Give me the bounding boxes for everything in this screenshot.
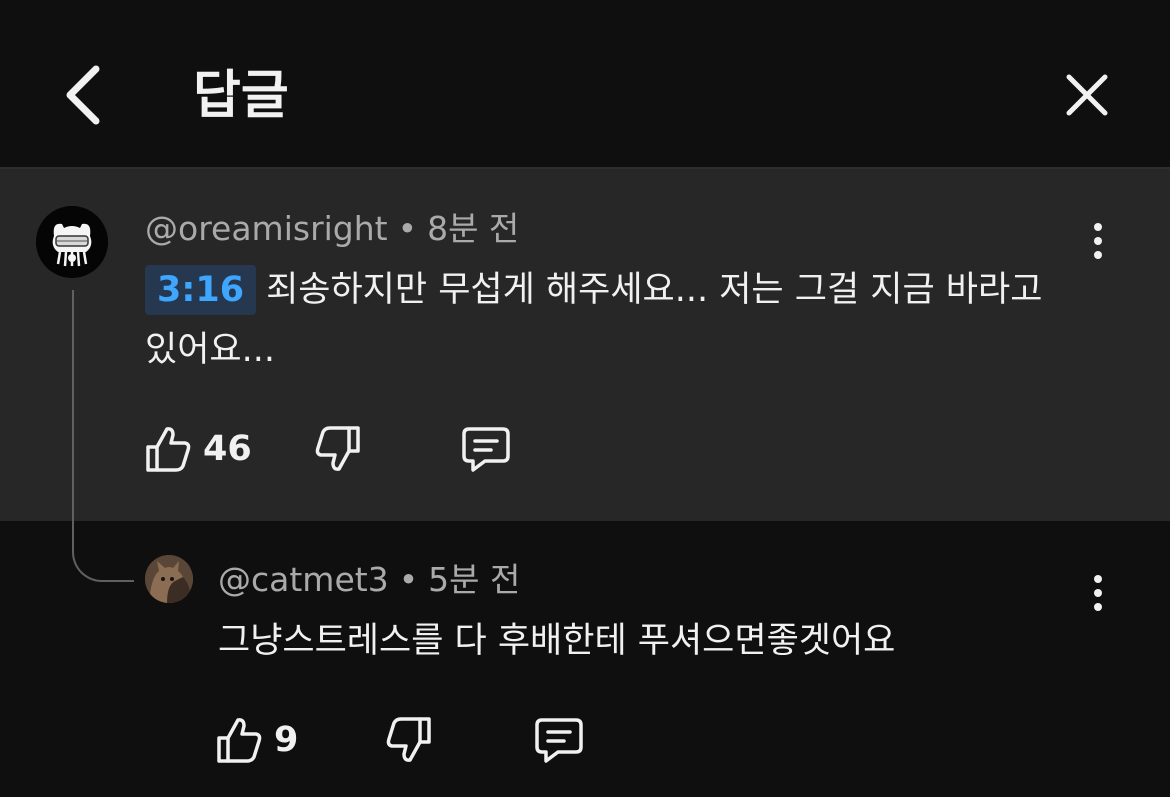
reply-button[interactable] (461, 419, 511, 479)
like-button[interactable]: 46 (145, 419, 252, 479)
reply-more-button[interactable] (1080, 563, 1116, 623)
reply-reply-button[interactable] (534, 710, 584, 770)
meta-separator: • (397, 209, 418, 248)
comment-time[interactable]: 8분 전 (427, 209, 519, 248)
reply-body: 그냥스트레스를 다 후배한테 푸셔으면좋겟어요 (218, 621, 896, 661)
thumbs-up-icon (146, 427, 191, 472)
comment-author[interactable]: @oreamisright (145, 209, 388, 248)
reply-like-count: 9 (274, 720, 299, 760)
chevron-left-icon (66, 65, 100, 125)
reply-author[interactable]: @catmet3 (218, 560, 389, 599)
comment-body: 3:16 죄송하지만 무섭게 해주세요... 저는 그걸 지금 바라고 있어요..… (145, 260, 1085, 380)
comment-icon (462, 427, 510, 472)
like-count: 46 (203, 429, 252, 469)
thumbs-down-icon (315, 426, 360, 471)
comment-more-button[interactable] (1080, 211, 1116, 271)
reply-avatar[interactable] (145, 555, 193, 603)
more-dot (1094, 603, 1102, 611)
reply-time[interactable]: 5분 전 (428, 560, 520, 599)
more-dot (1094, 575, 1102, 583)
comment-text: 죄송하지만 무섭게 해주세요... 저는 그걸 지금 바라고 있어요... (145, 270, 1043, 370)
comment-meta: @oreamisright • 8분 전 (145, 209, 519, 249)
more-dot (1094, 251, 1102, 259)
page-title: 답글 (193, 66, 289, 126)
meta-separator: • (398, 560, 419, 599)
avatar-image (36, 206, 108, 278)
back-button[interactable] (52, 60, 112, 130)
more-dot (1094, 589, 1102, 597)
reply-meta: @catmet3 • 5분 전 (218, 560, 520, 600)
more-dot (1094, 237, 1102, 245)
reply-dislike-button[interactable] (386, 710, 432, 770)
comment-actions: 46 (145, 419, 565, 479)
header: 답글 (0, 0, 1170, 169)
parent-comment: @oreamisright • 8분 전 3:16 죄송하지만 무섭게 해주세요...… (0, 169, 1170, 521)
timestamp-link[interactable]: 3:16 (145, 265, 257, 315)
more-dot (1094, 223, 1102, 231)
reply-avatar-image (145, 555, 193, 603)
comment-icon (535, 718, 583, 763)
thread-connector (72, 290, 134, 582)
thumbs-down-icon (386, 717, 431, 762)
avatar[interactable] (36, 206, 108, 278)
thumbs-up-icon (217, 718, 262, 763)
reply-actions: 9 (216, 710, 596, 770)
close-button[interactable] (1056, 64, 1118, 126)
reply-like-button[interactable]: 9 (216, 710, 298, 770)
dislike-button[interactable] (315, 419, 361, 479)
close-icon (1066, 74, 1108, 116)
